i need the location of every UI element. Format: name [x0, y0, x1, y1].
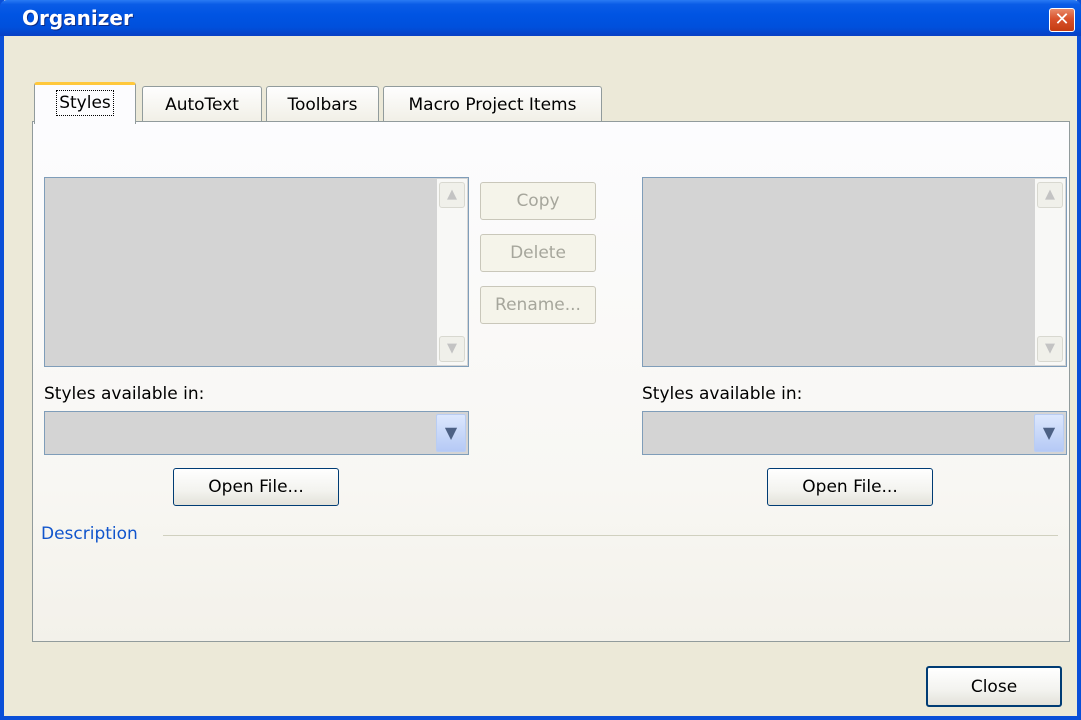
- left-open-file-button[interactable]: Open File...: [173, 468, 339, 506]
- scroll-down-icon[interactable]: ▼: [1037, 336, 1063, 362]
- styles-tab-panel: ▲ ▼ ▲ ▼ Copy Delete Rename... Styles ava…: [32, 121, 1070, 642]
- rename-button[interactable]: Rename...: [480, 286, 596, 324]
- left-styles-list[interactable]: ▲ ▼: [44, 177, 469, 367]
- left-list-scrollbar[interactable]: ▲ ▼: [437, 179, 467, 365]
- scroll-down-icon[interactable]: ▼: [439, 336, 465, 362]
- right-styles-list[interactable]: ▲ ▼: [642, 177, 1067, 367]
- left-available-label: Styles available in:: [44, 384, 205, 404]
- description-label: Description: [41, 524, 138, 544]
- title-bar[interactable]: Organizer ✕: [0, 0, 1081, 36]
- window-title: Organizer: [22, 6, 133, 30]
- description-divider: [163, 535, 1058, 536]
- copy-button[interactable]: Copy: [480, 182, 596, 220]
- chevron-down-icon[interactable]: ▼: [1034, 414, 1064, 452]
- close-button[interactable]: Close: [926, 666, 1062, 707]
- right-available-label: Styles available in:: [642, 384, 803, 404]
- tab-macro-project-items[interactable]: Macro Project Items: [383, 86, 602, 122]
- right-list-scrollbar[interactable]: ▲ ▼: [1035, 179, 1065, 365]
- tab-label: Macro Project Items: [408, 95, 577, 115]
- tab-label: Styles: [56, 90, 114, 116]
- tab-styles[interactable]: Styles: [34, 82, 136, 124]
- close-window-icon[interactable]: ✕: [1049, 8, 1075, 32]
- tab-label: AutoText: [165, 95, 239, 115]
- tab-autotext[interactable]: AutoText: [142, 86, 262, 122]
- tab-toolbars[interactable]: Toolbars: [266, 86, 379, 122]
- tab-label: Toolbars: [287, 95, 358, 115]
- scroll-up-icon[interactable]: ▲: [439, 182, 465, 208]
- chevron-down-icon[interactable]: ▼: [436, 414, 466, 452]
- scroll-up-icon[interactable]: ▲: [1037, 182, 1063, 208]
- right-open-file-button[interactable]: Open File...: [767, 468, 933, 506]
- delete-button[interactable]: Delete: [480, 234, 596, 272]
- organizer-dialog: Organizer ✕ Styles AutoText Toolbars Mac…: [0, 0, 1081, 720]
- right-available-select[interactable]: ▼: [642, 411, 1067, 455]
- description-text: [44, 562, 1054, 622]
- left-available-select[interactable]: ▼: [44, 411, 469, 455]
